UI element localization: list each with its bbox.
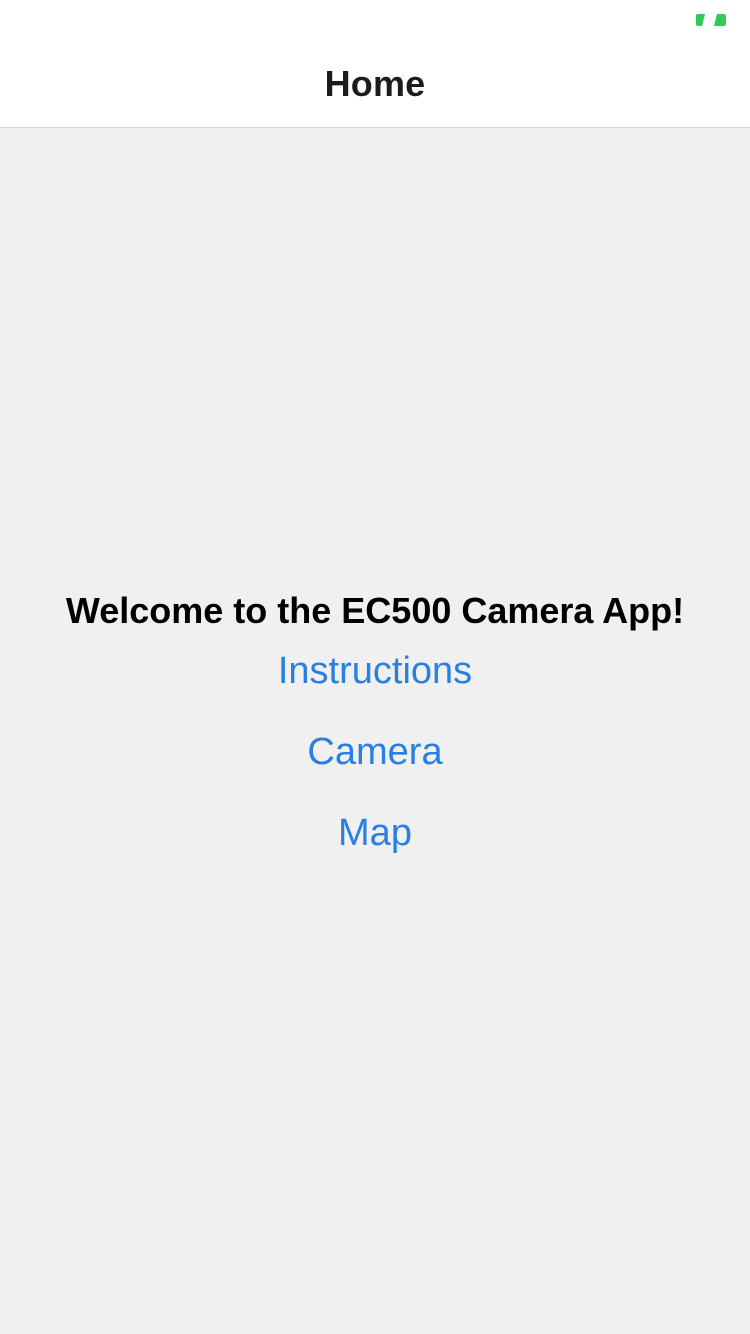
status-bar (0, 0, 750, 40)
camera-button[interactable]: Camera (0, 731, 750, 774)
welcome-heading: Welcome to the EC500 Camera App! (65, 590, 685, 631)
navigation-bar: Home (0, 40, 750, 128)
map-button[interactable]: Map (0, 812, 750, 855)
page-title: Home (324, 62, 426, 104)
main-content: Welcome to the EC500 Camera App! Instruc… (0, 128, 750, 1334)
battery-icon (694, 12, 728, 28)
instructions-button[interactable]: Instructions (0, 650, 750, 693)
